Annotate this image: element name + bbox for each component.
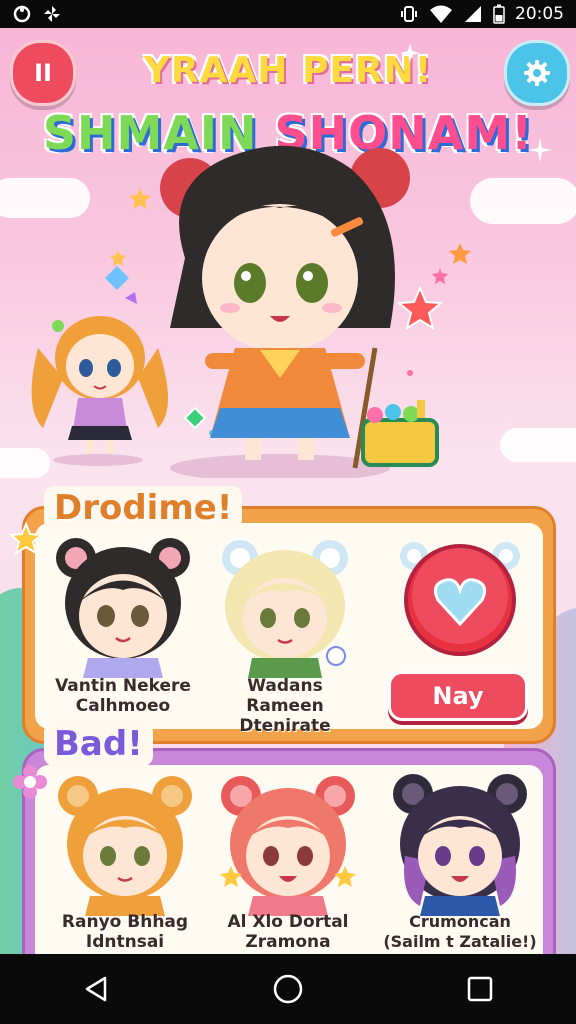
flower-badge-icon [13,765,47,799]
character-card-5[interactable]: Crumoncan (Sailm t Zatalie!) [380,766,540,954]
home-icon [273,974,303,1004]
signal-icon [465,6,481,22]
character-name-4-line2: Zramona [245,932,331,952]
character-name-3: Ranyo Bhhag Idntnsai [50,912,200,952]
character-portrait-2 [222,540,348,678]
character-card-3[interactable]: Ranyo Bhhag Idntnsai [50,766,200,954]
character-name-1: Vantin Nekere Calhmoeo [48,676,198,716]
heart-icon [433,578,487,627]
roster-panel-top-tag: Drodime! [44,486,243,530]
home-button[interactable] [258,959,318,1019]
status-bar: 20:05 [0,0,576,28]
android-nav-bar [0,954,576,1024]
character-name-2-line1: Wadans Rameen [246,676,324,716]
character-name-4-line1: Al Xlo Dortal [227,912,349,932]
character-name-5-line2: (Sailm t Zatalie!) [383,932,537,951]
character-name-2: Wadans Rameen Dtenirate [210,676,360,736]
nay-button-label: Nay [432,682,484,710]
game-scene: II YRAAH PERN! SHMAIN SHONAM! Drodime! V… [0,28,576,954]
toy-box [361,400,439,467]
character-name-3-line1: Ranyo Bhhag [61,912,189,932]
character-portrait-5 [393,774,527,916]
character-name-1-line2: Calhmoeo [75,696,171,716]
recents-button[interactable] [450,959,510,1019]
character-name-1-line1: Vantin Nekere [55,676,191,696]
star-badge-icon [8,522,44,556]
character-name-5: Crumoncan (Sailm t Zatalie!) [380,912,540,952]
recents-icon [467,976,493,1002]
back-button[interactable] [66,959,126,1019]
notification-icon [13,5,31,23]
clock-text: 20:05 [515,4,564,24]
character-name-3-line2: Idntnsai [85,932,165,952]
character-card-1[interactable]: Vantin Nekere Calhmoeo [48,528,198,718]
character-portrait-4 [220,776,356,916]
nay-button[interactable]: Nay [388,671,528,721]
battery-icon [493,4,505,24]
roster-panel-bottom-tag: Bad! [44,722,153,766]
heart-button[interactable] [400,538,520,658]
wifi-icon [430,5,452,23]
back-icon [85,976,107,1002]
character-name-5-line1: Crumoncan [409,912,511,931]
pinwheel-icon [44,6,60,22]
character-card-4[interactable]: Al Xlo Dortal Zramona [213,766,363,954]
character-card-2[interactable]: Wadans Rameen Dtenirate [210,528,360,736]
character-portrait-3 [58,776,192,916]
vibrate-icon [401,6,417,22]
character-name-2-line2: Dtenirate [239,716,331,736]
side-character [31,316,168,466]
character-name-4: Al Xlo Dortal Zramona [213,912,363,952]
character-portrait-1 [56,538,190,678]
